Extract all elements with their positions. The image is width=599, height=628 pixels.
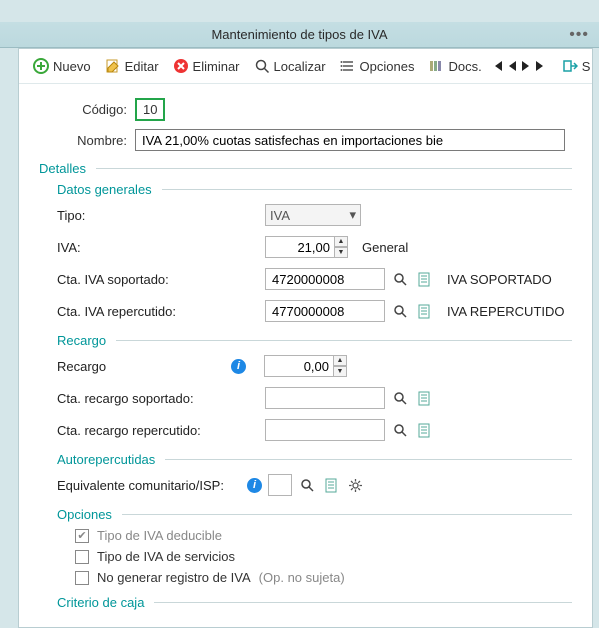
docs-button[interactable]: Docs.	[422, 55, 487, 77]
nav-last-button[interactable]	[534, 56, 548, 76]
cta-sop-input[interactable]	[265, 268, 385, 290]
chk-servicios-label: Tipo de IVA de servicios	[97, 549, 235, 564]
menubar	[0, 4, 599, 22]
docs-icon	[428, 58, 444, 74]
section-opciones: Opciones	[57, 507, 572, 522]
section-criterio-caja: Criterio de caja	[57, 595, 572, 610]
nav-prev-button[interactable]	[506, 56, 518, 76]
rec-sop-input[interactable]	[265, 387, 385, 409]
cta-sop-label: Cta. IVA soportado:	[57, 272, 265, 287]
pencil-icon	[105, 58, 121, 74]
spin-down-icon[interactable]: ▼	[333, 366, 347, 377]
rec-rep-label: Cta. recargo repercutido:	[57, 423, 265, 438]
editar-button[interactable]: Editar	[99, 55, 165, 77]
eliminar-button[interactable]: Eliminar	[167, 55, 246, 77]
chk-servicios-row[interactable]: Tipo de IVA de servicios	[57, 549, 572, 564]
nombre-field[interactable]	[135, 129, 565, 151]
cta-rep-input[interactable]	[265, 300, 385, 322]
equiv-input[interactable]	[268, 474, 292, 496]
chk-nogenerar-row[interactable]: No generar registro de IVA (Op. no sujet…	[57, 570, 572, 585]
rec-sop-label: Cta. recargo soportado:	[57, 391, 265, 406]
localizar-label: Localizar	[274, 59, 326, 74]
cta-sop-desc: IVA SOPORTADO	[447, 272, 552, 287]
delete-icon	[173, 58, 189, 74]
equiv-doc-button[interactable]	[322, 476, 340, 494]
window-title: Mantenimiento de tipos de IVA	[211, 27, 387, 42]
tipo-select[interactable]: IVA ▾	[265, 204, 361, 226]
section-datos-generales: Datos generales	[57, 182, 572, 197]
cta-rep-search-button[interactable]	[391, 302, 409, 320]
toolbar: Nuevo Editar Eliminar Localizar	[19, 49, 592, 84]
chevron-down-icon: ▾	[349, 207, 356, 223]
search-icon	[254, 58, 270, 74]
section-autorepercutidas: Autorepercutidas	[57, 452, 572, 467]
checkbox-icon[interactable]	[75, 571, 89, 585]
nav-first-button[interactable]	[490, 56, 504, 76]
info-icon[interactable]: i	[247, 478, 262, 493]
nuevo-label: Nuevo	[53, 59, 91, 74]
rec-sop-doc-button[interactable]	[415, 389, 433, 407]
editar-label: Editar	[125, 59, 159, 74]
chk-nogenerar-label: No generar registro de IVA	[97, 570, 251, 585]
codigo-label: Código:	[77, 102, 135, 117]
rec-sop-search-button[interactable]	[391, 389, 409, 407]
export-icon	[562, 58, 578, 74]
equiv-search-button[interactable]	[298, 476, 316, 494]
iva-spinner[interactable]: ▲▼	[334, 236, 348, 258]
section-detalles: Detalles	[39, 161, 572, 176]
more-icon[interactable]: •••	[569, 26, 589, 44]
cta-rep-desc: IVA REPERCUTIDO	[447, 304, 565, 319]
nombre-label: Nombre:	[77, 133, 135, 148]
opciones-button[interactable]: Opciones	[334, 55, 421, 77]
equiv-label: Equivalente comunitario/ISP:	[57, 478, 243, 493]
checkbox-checked-icon[interactable]	[75, 529, 89, 543]
checkbox-icon[interactable]	[75, 550, 89, 564]
iva-desc: General	[362, 240, 408, 255]
eliminar-label: Eliminar	[193, 59, 240, 74]
export-button[interactable]: S	[556, 55, 597, 77]
rec-rep-doc-button[interactable]	[415, 421, 433, 439]
cta-rep-label: Cta. IVA repercutido:	[57, 304, 265, 319]
codigo-field[interactable]: 10	[135, 98, 165, 121]
spin-up-icon[interactable]: ▲	[333, 355, 347, 366]
opciones-label: Opciones	[360, 59, 415, 74]
chk-deducible-label: Tipo de IVA deducible	[97, 528, 222, 543]
chk-deducible-row[interactable]: Tipo de IVA deducible	[57, 528, 572, 543]
docs-label: Docs.	[448, 59, 481, 74]
spin-down-icon[interactable]: ▼	[334, 247, 348, 258]
cta-rep-doc-button[interactable]	[415, 302, 433, 320]
nuevo-button[interactable]: Nuevo	[27, 55, 97, 77]
recargo-input[interactable]	[264, 355, 334, 377]
tipo-label: Tipo:	[57, 208, 227, 223]
titlebar: Mantenimiento de tipos de IVA •••	[0, 22, 599, 48]
content: Código: 10 Nombre: Detalles Datos genera…	[19, 84, 592, 626]
rec-rep-input[interactable]	[265, 419, 385, 441]
equiv-gear-button[interactable]	[346, 476, 364, 494]
plus-icon	[33, 58, 49, 74]
main-panel: Nuevo Editar Eliminar Localizar	[18, 48, 593, 628]
export-label: S	[582, 59, 591, 74]
list-icon	[340, 58, 356, 74]
iva-input[interactable]	[265, 236, 335, 258]
localizar-button[interactable]: Localizar	[248, 55, 332, 77]
cta-sop-doc-button[interactable]	[415, 270, 433, 288]
spin-up-icon[interactable]: ▲	[334, 236, 348, 247]
chk-nogenerar-note: (Op. no sujeta)	[259, 570, 345, 585]
section-recargo: Recargo	[57, 333, 572, 348]
cta-sop-search-button[interactable]	[391, 270, 409, 288]
nav-next-button[interactable]	[520, 56, 532, 76]
tipo-value: IVA	[270, 208, 290, 223]
rec-rep-search-button[interactable]	[391, 421, 409, 439]
recargo-label: Recargo	[57, 359, 227, 374]
info-icon[interactable]: i	[231, 359, 246, 374]
iva-label: IVA:	[57, 240, 227, 255]
recargo-spinner[interactable]: ▲▼	[333, 355, 347, 377]
